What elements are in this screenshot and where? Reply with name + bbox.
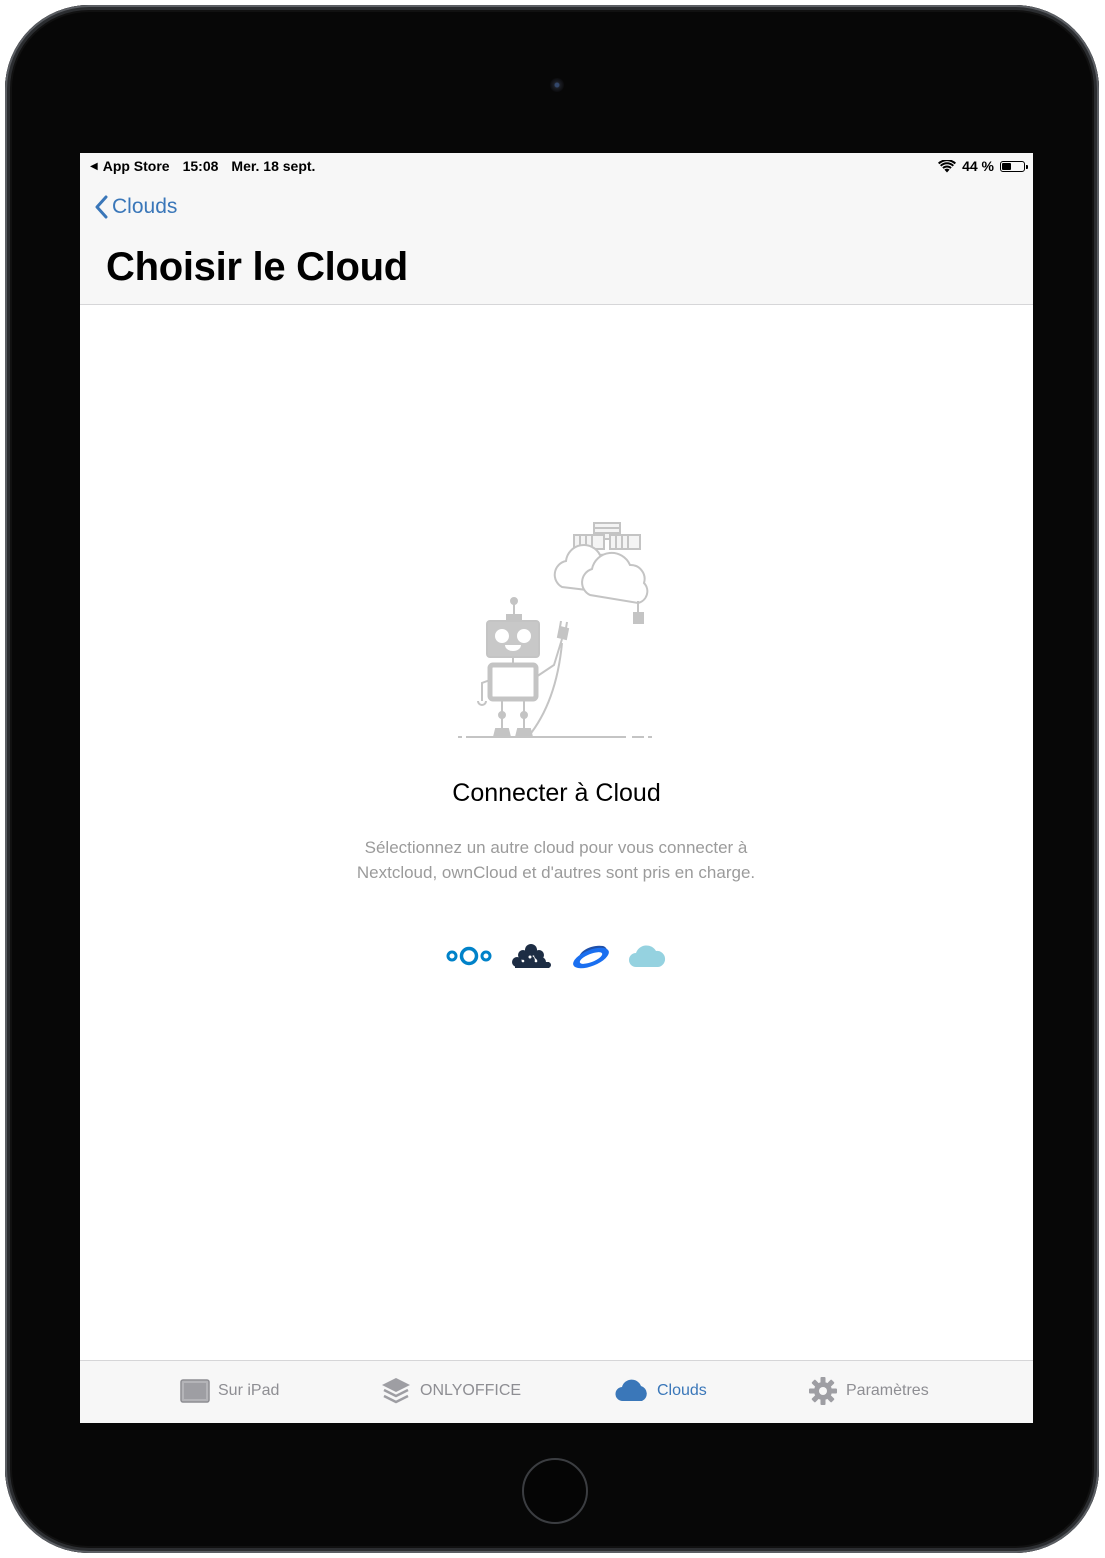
back-to-app-icon[interactable]: ◀ [90, 161, 98, 172]
ipad-icon [180, 1379, 210, 1403]
nextcloud-logo-icon [446, 946, 492, 966]
tab-bar: Sur iPad ONLYOFFICE Clouds Paramètres [80, 1360, 1033, 1423]
provider-logos [446, 938, 666, 974]
screen: ◀ App Store 15:08 Mer. 18 sept. 44 % Clo… [80, 153, 1033, 1423]
page-title: Choisir le Cloud [106, 245, 408, 289]
navigation-bar: Clouds Choisir le Cloud [80, 181, 1033, 305]
battery-icon [1000, 160, 1028, 172]
tab-parametres[interactable]: Paramètres [808, 1376, 929, 1406]
battery-percentage: 44 % [962, 158, 994, 174]
status-right: 44 % [938, 158, 1028, 174]
yandex-disk-logo-icon [572, 945, 609, 969]
tab-onlyoffice[interactable]: ONLYOFFICE [380, 1376, 521, 1406]
empty-state-title: Connecter à Cloud [452, 779, 661, 807]
status-bar: ◀ App Store 15:08 Mer. 18 sept. 44 % [80, 153, 1033, 181]
robot-plugging-into-cloud-illustration [458, 522, 652, 738]
generic-cloud-logo-icon [628, 945, 666, 967]
tab-label-onlyoffice: ONLYOFFICE [420, 1382, 522, 1399]
empty-state-description: Sélectionnez un autre cloud pour vous co… [356, 838, 756, 882]
status-date: Mer. 18 sept. [231, 158, 316, 174]
layers-icon [382, 1378, 410, 1404]
tab-label-parametres: Paramètres [846, 1382, 929, 1399]
status-left: ◀ App Store 15:08 Mer. 18 sept. [90, 158, 315, 174]
battery-fill [1002, 162, 1011, 170]
chevron-left-icon [95, 195, 108, 219]
gear-icon [809, 1377, 837, 1405]
tab-sur-ipad[interactable]: Sur iPad [180, 1376, 279, 1406]
cloud-icon [615, 1379, 647, 1402]
back-button-label: Clouds [112, 195, 178, 218]
tab-label-sur-ipad: Sur iPad [218, 1382, 280, 1399]
back-to-app-label[interactable]: App Store [103, 158, 170, 174]
back-button[interactable]: Clouds [94, 195, 177, 219]
home-button[interactable] [522, 1458, 588, 1524]
tab-label-clouds: Clouds [657, 1382, 707, 1399]
owncloud-logo-icon [512, 944, 552, 968]
wifi-icon [938, 159, 957, 172]
tab-clouds[interactable]: Clouds [615, 1376, 707, 1406]
status-time: 15:08 [182, 158, 219, 174]
front-camera [550, 78, 564, 92]
ipad-device-frame: ◀ App Store 15:08 Mer. 18 sept. 44 % Clo… [5, 5, 1099, 1553]
